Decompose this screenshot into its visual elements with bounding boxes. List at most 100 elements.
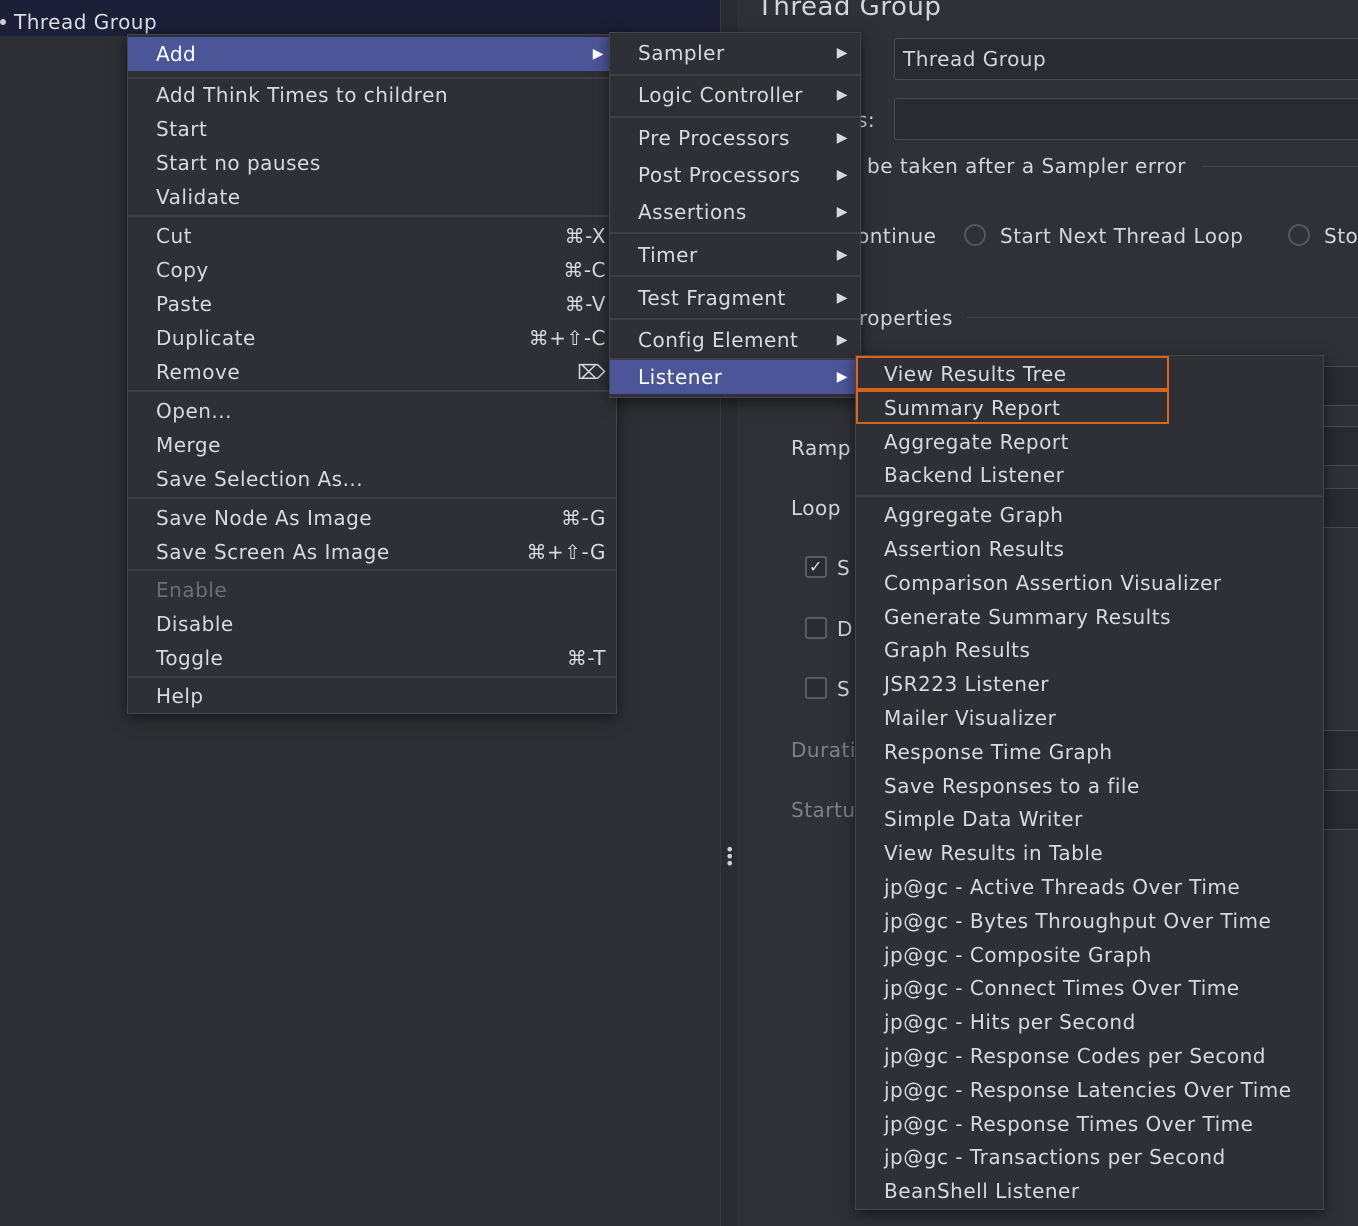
listener-item[interactable]: Mailer Visualizer xyxy=(856,701,1323,735)
menu-item-label: Config Element xyxy=(638,328,799,352)
listener-item[interactable]: jp@gc - Bytes Throughput Over Time xyxy=(856,904,1323,938)
listener-item[interactable]: Aggregate Report xyxy=(856,425,1323,459)
submenu-item-test-fragment[interactable]: Test Fragment ▶ xyxy=(610,281,860,315)
radio-start-next-loop[interactable] xyxy=(964,224,986,246)
menu-item-validate[interactable]: Validate xyxy=(128,180,616,214)
menu-separator xyxy=(610,74,860,76)
menu-item-start-no-pauses[interactable]: Start no pauses xyxy=(128,146,616,180)
listener-item[interactable]: jp@gc - Response Codes per Second xyxy=(856,1039,1323,1073)
listener-item[interactable]: Comparison Assertion Visualizer xyxy=(856,566,1323,600)
radio-continue-label[interactable]: ontinue xyxy=(857,224,936,248)
listener-item[interactable]: Generate Summary Results xyxy=(856,600,1323,634)
menu-shortcut: ⌘+⇧-C xyxy=(528,326,606,350)
submenu-item-timer[interactable]: Timer ▶ xyxy=(610,238,860,272)
listener-item[interactable]: jp@gc - Composite Graph xyxy=(856,938,1323,972)
tree-node-icon xyxy=(0,19,6,25)
menu-item-start[interactable]: Start xyxy=(128,112,616,146)
menu-item-duplicate[interactable]: Duplicate ⌘+⇧-C xyxy=(128,321,616,355)
ramp-up-label: Ramp xyxy=(791,436,851,460)
menu-separator xyxy=(610,116,860,118)
listener-item[interactable]: jp@gc - Active Threads Over Time xyxy=(856,870,1323,904)
menu-item-cut[interactable]: Cut ⌘-X xyxy=(128,219,616,253)
menu-item-save-selection[interactable]: Save Selection As... xyxy=(128,462,616,496)
listener-item[interactable]: BeanShell Listener xyxy=(856,1174,1323,1208)
submenu-item-assertions[interactable]: Assertions ▶ xyxy=(610,195,860,229)
duration-field[interactable] xyxy=(1322,730,1358,770)
listener-item-label: Graph Results xyxy=(884,638,1031,663)
listener-item[interactable]: jp@gc - Hits per Second xyxy=(856,1005,1323,1039)
submenu-item-sampler[interactable]: Sampler ▶ xyxy=(610,36,860,70)
menu-separator xyxy=(610,275,860,277)
menu-item-open[interactable]: Open... xyxy=(128,394,616,428)
threads-field[interactable] xyxy=(1322,366,1358,406)
listener-item[interactable]: Aggregate Graph xyxy=(856,498,1323,532)
comments-field[interactable] xyxy=(894,98,1358,140)
tree-node-thread-group[interactable]: Thread Group xyxy=(0,8,157,36)
delay-thread-label: D xyxy=(837,617,853,641)
listener-item-label: Simple Data Writer xyxy=(884,807,1083,832)
radio-stop[interactable] xyxy=(1288,224,1310,246)
menu-item-label: Add Think Times to children xyxy=(156,83,449,107)
listener-item[interactable]: View Results Tree xyxy=(856,357,1323,391)
submenu-item-pre-processors[interactable]: Pre Processors ▶ xyxy=(610,121,860,155)
menu-item-label: Test Fragment xyxy=(638,286,786,310)
menu-item-remove[interactable]: Remove ⌦ xyxy=(128,355,616,389)
submenu-item-post-processors[interactable]: Post Processors ▶ xyxy=(610,158,860,192)
menu-item-add[interactable]: Add ▶ xyxy=(128,37,616,71)
menu-item-save-screen-image[interactable]: Save Screen As Image ⌘+⇧-G xyxy=(128,535,616,569)
listener-item-label: Aggregate Report xyxy=(884,429,1069,454)
panel-title: Thread Group xyxy=(757,0,942,22)
ramp-up-field[interactable] xyxy=(1322,426,1358,466)
listener-item[interactable]: JSR223 Listener xyxy=(856,667,1323,701)
menu-separator xyxy=(128,569,616,571)
listener-item[interactable]: Simple Data Writer xyxy=(856,802,1323,836)
listener-item-label: Mailer Visualizer xyxy=(884,706,1057,730)
submenu-item-config-element[interactable]: Config Element ▶ xyxy=(610,323,860,357)
startup-delay-field[interactable] xyxy=(1322,790,1358,830)
submenu-item-listener[interactable]: Listener ▶ xyxy=(610,360,860,394)
listener-item-label: BeanShell Listener xyxy=(884,1179,1080,1204)
listener-item[interactable]: jp@gc - Transactions per Second xyxy=(856,1140,1323,1174)
properties-border xyxy=(967,317,1358,318)
submenu-arrow-icon: ▶ xyxy=(836,290,848,306)
listener-item-label: JSR223 Listener xyxy=(884,672,1049,697)
menu-separator xyxy=(128,497,616,499)
listener-item[interactable]: Assertion Results xyxy=(856,532,1323,566)
menu-item-add-think-times[interactable]: Add Think Times to children xyxy=(128,78,616,112)
listener-item-label: Response Time Graph xyxy=(884,739,1113,764)
submenu-arrow-icon: ▶ xyxy=(836,87,848,103)
delay-thread-checkbox[interactable] xyxy=(805,617,827,639)
menu-item-copy[interactable]: Copy ⌘-C xyxy=(128,253,616,287)
listener-item[interactable]: Save Responses to a file xyxy=(856,769,1323,803)
listener-item-label: jp@gc - Connect Times Over Time xyxy=(884,976,1240,1001)
menu-item-merge[interactable]: Merge xyxy=(128,428,616,462)
listener-item-label: jp@gc - Bytes Throughput Over Time xyxy=(884,908,1272,933)
listener-item[interactable]: jp@gc - Connect Times Over Time xyxy=(856,971,1323,1005)
menu-item-label: Start xyxy=(156,117,208,141)
specify-lifetime-checkbox[interactable] xyxy=(805,677,827,699)
loop-count-field[interactable] xyxy=(1322,488,1358,528)
tree-node-label: Thread Group xyxy=(14,10,158,34)
radio-start-next-loop-label[interactable]: Start Next Thread Loop xyxy=(1000,224,1243,248)
listener-item[interactable]: Summary Report xyxy=(856,391,1323,425)
listener-item[interactable]: jp@gc - Response Times Over Time xyxy=(856,1107,1323,1141)
listener-item[interactable]: Backend Listener xyxy=(856,458,1323,492)
menu-item-disable[interactable]: Disable xyxy=(128,607,616,641)
same-user-checkbox[interactable]: ✓ xyxy=(805,556,827,578)
listener-item[interactable]: jp@gc - Response Latencies Over Time xyxy=(856,1073,1323,1107)
listener-item[interactable]: Response Time Graph xyxy=(856,735,1323,769)
menu-item-enable: Enable xyxy=(128,573,616,607)
listener-item[interactable]: Graph Results xyxy=(856,633,1323,667)
menu-item-label: Start no pauses xyxy=(156,151,321,175)
menu-item-toggle[interactable]: Toggle ⌘-T xyxy=(128,641,616,675)
menu-item-paste[interactable]: Paste ⌘-V xyxy=(128,287,616,321)
submenu-arrow-icon: ▶ xyxy=(836,332,848,348)
submenu-item-logic-controller[interactable]: Logic Controller ▶ xyxy=(610,78,860,112)
menu-item-save-node-image[interactable]: Save Node As Image ⌘-G xyxy=(128,501,616,535)
submenu-arrow-icon: ▶ xyxy=(836,204,848,220)
menu-separator xyxy=(128,215,616,217)
menu-item-help[interactable]: Help xyxy=(128,679,616,713)
radio-stop-label[interactable]: Sto xyxy=(1324,224,1358,248)
listener-item[interactable]: View Results in Table xyxy=(856,836,1323,870)
name-field[interactable]: Thread Group xyxy=(894,38,1358,80)
